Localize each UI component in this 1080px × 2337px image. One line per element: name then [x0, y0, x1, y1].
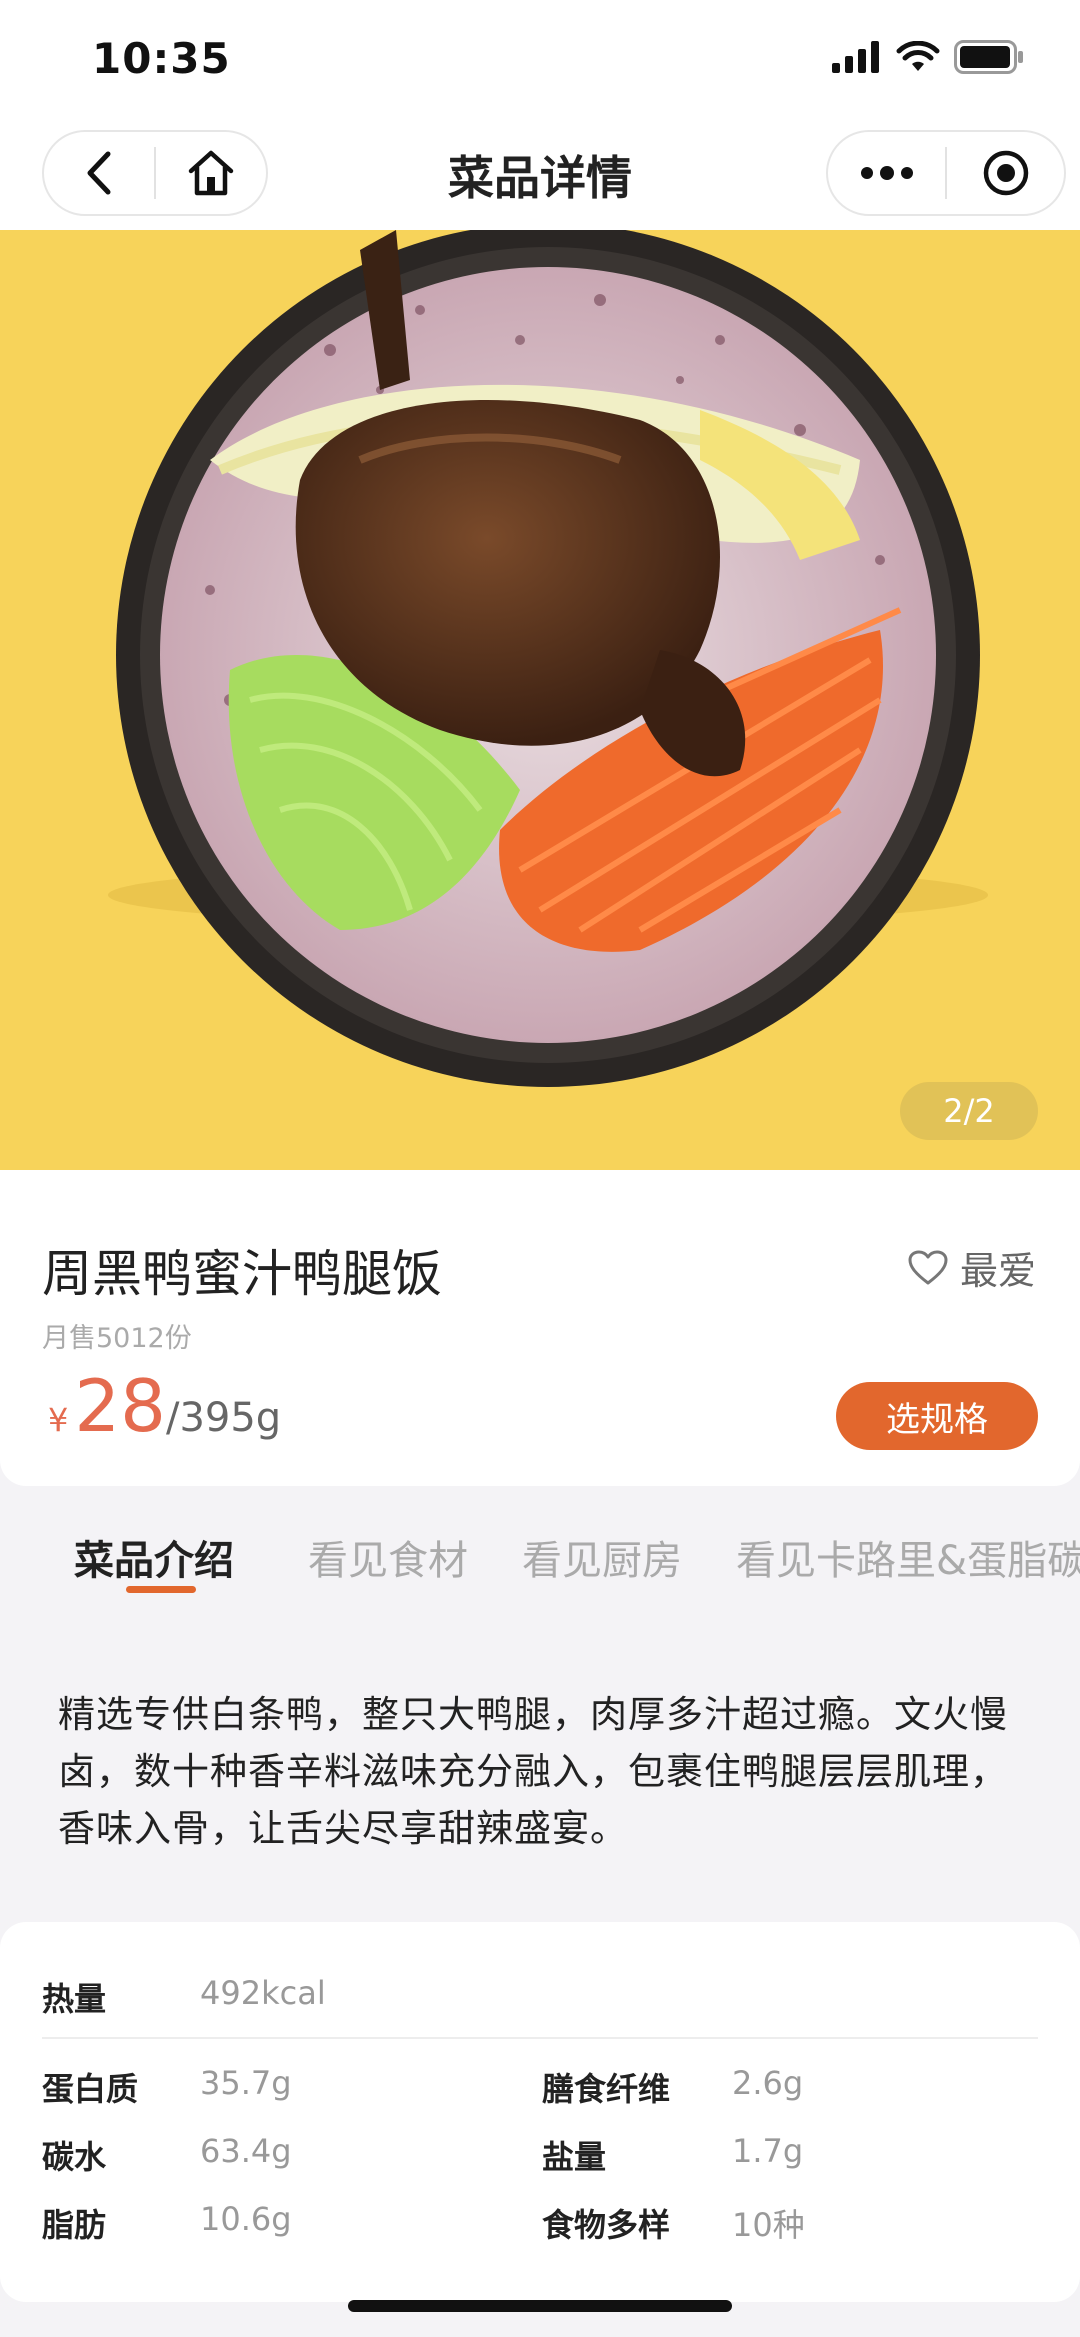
- screen: 10:35 菜品详情 2/2 周黑鸭蜜汁鸭腿饭 最爱 月售5012份 ¥ 28 …: [0, 0, 1080, 2337]
- tab-dish-intro[interactable]: 菜品介绍: [74, 1528, 234, 1586]
- fiber-value: 2.6g: [732, 2064, 804, 2102]
- protein-label: 蛋白质: [42, 2070, 139, 2108]
- tab-kitchen[interactable]: 看见厨房: [522, 1528, 682, 1586]
- home-indicator[interactable]: [348, 2300, 732, 2312]
- tab-nutrition[interactable]: 看见卡路里&蛋脂碳: [736, 1528, 1080, 1586]
- monthly-sales: 月售5012份: [42, 1323, 192, 1354]
- close-miniprogram-button[interactable]: [947, 132, 1064, 214]
- select-spec-button[interactable]: 选规格: [836, 1382, 1038, 1450]
- carbs-value: 63.4g: [200, 2132, 292, 2170]
- fiber-label: 膳食纤维: [542, 2070, 671, 2108]
- dish-image-carousel[interactable]: 2/2: [0, 230, 1080, 1170]
- salt-label: 盐量: [542, 2138, 607, 2176]
- portion-weight: /395g: [165, 1395, 282, 1441]
- target-icon: [983, 150, 1028, 196]
- favorite-button[interactable]: 最爱: [908, 1240, 1036, 1295]
- nutrition-card: 热量 492kcal 蛋白质 35.7g 膳食纤维 2.6g 碳水 63.4g …: [0, 1922, 1080, 2302]
- currency-symbol: ¥: [48, 1401, 69, 1439]
- fat-label: 脂肪: [42, 2206, 107, 2244]
- battery-icon: [954, 40, 1023, 74]
- more-button[interactable]: [828, 132, 945, 214]
- more-dots-icon: [860, 166, 913, 180]
- food-variety-label: 食物多样: [542, 2206, 671, 2244]
- food-variety-value: 10种: [732, 2206, 805, 2244]
- nav-bar: 菜品详情: [0, 118, 1080, 230]
- status-bar: 10:35: [0, 0, 1080, 118]
- fat-value: 10.6g: [200, 2200, 292, 2238]
- nav-capsule-right: [826, 130, 1066, 216]
- dish-description: 精选专供白条鸭，整只大鸭腿，肉厚多汁超过瘾。文火慢卤，数十种香辛料滋味充分融入，…: [58, 1693, 1008, 1850]
- detail-tabs: 菜品介绍 看见食材 看见厨房 看见卡路里&蛋脂碳: [0, 1486, 1080, 1620]
- carousel-page-indicator: 2/2: [900, 1082, 1038, 1140]
- protein-value: 35.7g: [200, 2064, 292, 2102]
- favorite-label: 最爱: [959, 1249, 1036, 1293]
- salt-value: 1.7g: [732, 2132, 804, 2170]
- status-icons: [832, 40, 1024, 74]
- active-tab-indicator: [126, 1586, 196, 1593]
- status-time: 10:35: [92, 34, 231, 83]
- dish-info-card: 周黑鸭蜜汁鸭腿饭 最爱 月售5012份 ¥ 28 /395g 选规格: [0, 1170, 1080, 1486]
- dish-photo: [108, 230, 988, 1087]
- price: 28: [74, 1364, 166, 1448]
- heart-icon: [908, 1250, 948, 1284]
- nutrition-divider: [42, 2037, 1038, 2039]
- carbs-label: 碳水: [42, 2138, 107, 2176]
- signal-icon: [832, 41, 879, 73]
- wifi-icon: [896, 41, 940, 71]
- tab-ingredients[interactable]: 看见食材: [308, 1528, 468, 1586]
- calories-value: 492kcal: [200, 1974, 326, 2012]
- calories-label: 热量: [42, 1980, 107, 2018]
- price-row: ¥ 28 /395g: [48, 1370, 281, 1442]
- dish-name: 周黑鸭蜜汁鸭腿饭: [42, 1245, 442, 1303]
